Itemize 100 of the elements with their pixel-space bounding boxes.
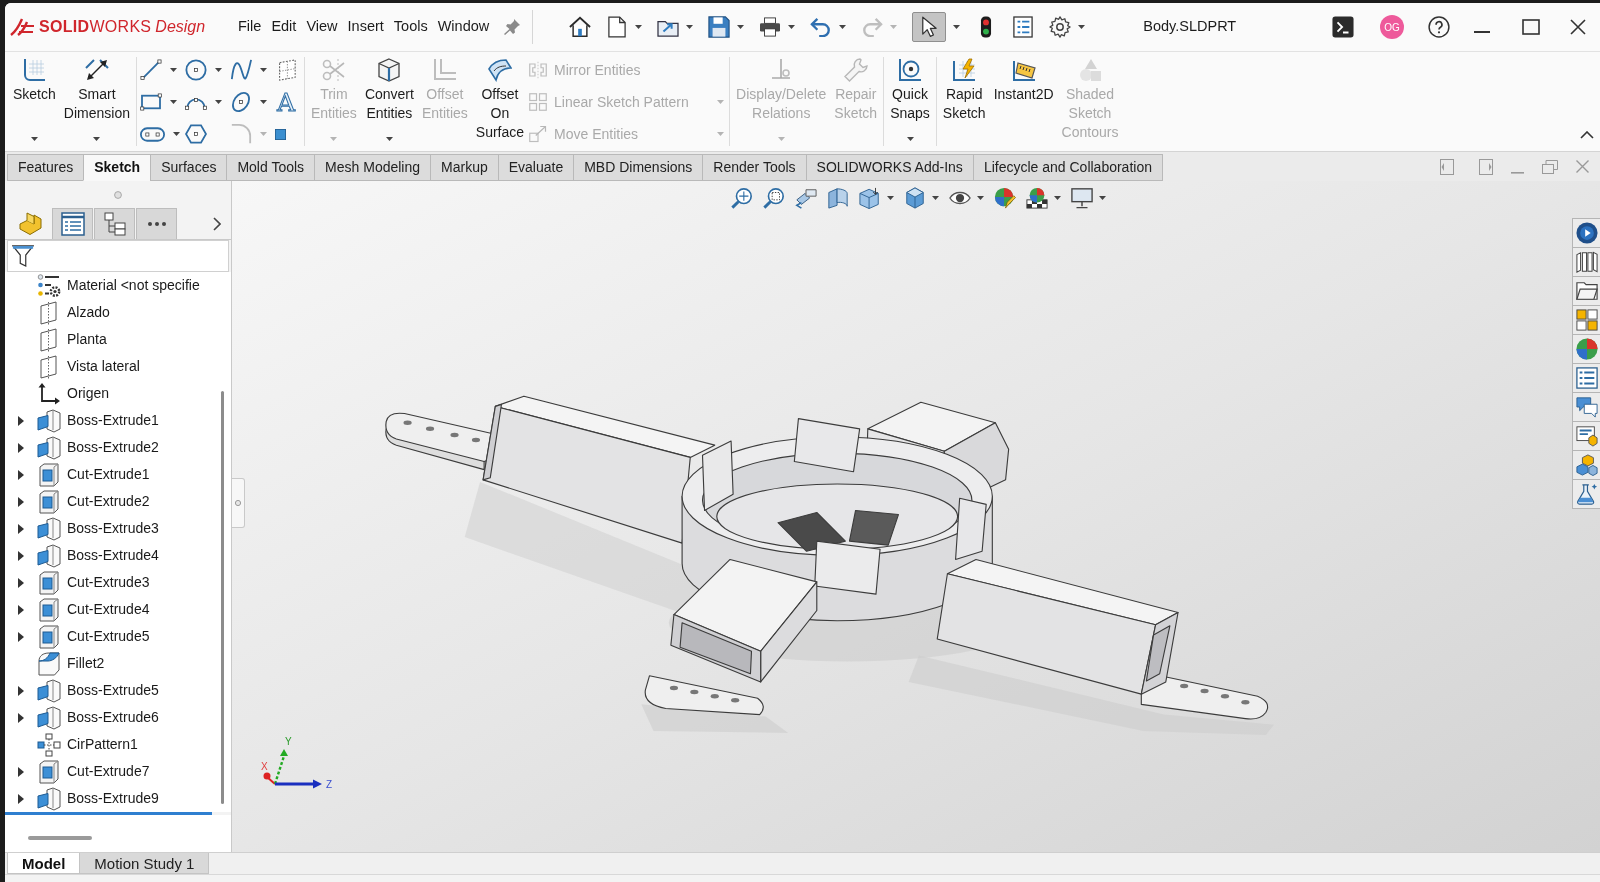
convert-entities-button[interactable]: Convert Entities [361, 52, 417, 151]
expand-triangle-icon[interactable] [18, 577, 24, 588]
task-pane-tab[interactable] [1572, 421, 1600, 451]
menu-item[interactable]: Edit [266, 12, 302, 42]
menu-item[interactable]: View [301, 12, 343, 42]
ribbon-tab[interactable]: Render Tools [702, 154, 807, 181]
tree-item[interactable]: Boss-Extrude5 [5, 677, 212, 704]
smart-dimension-button[interactable]: Smart Dimension [60, 52, 133, 151]
panel-splitter-handle[interactable] [232, 478, 245, 528]
task-pane-tab[interactable] [1572, 334, 1600, 364]
tree-item[interactable]: Boss-Extrude1 [5, 407, 212, 434]
task-pane-tab[interactable] [1572, 276, 1600, 306]
expand-triangle-icon[interactable] [18, 631, 24, 642]
caret-icon[interactable] [839, 25, 847, 29]
line-icon[interactable] [139, 59, 162, 81]
ribbon-tab[interactable]: Surfaces [150, 154, 228, 181]
caret-icon[interactable] [169, 68, 177, 72]
caret-icon[interactable] [214, 68, 222, 72]
task-pane-tab[interactable] [1572, 247, 1600, 277]
tree-item[interactable]: Cut-Extrude5 [5, 623, 212, 650]
expand-triangle-icon[interactable] [18, 685, 24, 696]
scrollbar-thumb[interactable] [221, 391, 224, 804]
maximize-icon[interactable] [1522, 19, 1540, 35]
instant2d-button[interactable]: Instant2D [990, 52, 1057, 151]
scrollbar-thumb[interactable] [28, 836, 92, 840]
monitor-icon[interactable] [1071, 187, 1093, 209]
select-button[interactable] [912, 12, 947, 42]
sketch-button[interactable]: Sketch [10, 52, 59, 151]
ribbon-tab[interactable]: Markup [430, 154, 499, 181]
tree-item[interactable]: Boss-Extrude2 [5, 434, 212, 461]
caret-icon[interactable] [686, 25, 694, 29]
task-pane-tab[interactable] [1572, 363, 1600, 393]
close-icon[interactable] [1570, 19, 1586, 35]
menu-item[interactable]: Window [432, 12, 495, 42]
chevron-up-icon[interactable] [1580, 131, 1594, 139]
expand-triangle-icon[interactable] [18, 523, 24, 534]
tree-item[interactable]: Fillet2 [5, 650, 212, 677]
caret-icon[interactable] [259, 100, 267, 104]
menu-item[interactable]: Insert [342, 12, 389, 42]
zoom-to-fit-icon[interactable] [731, 187, 753, 209]
caret-icon[interactable] [1078, 25, 1086, 29]
tree-item[interactable]: CirPattern1 [5, 731, 212, 758]
caret-icon[interactable] [30, 137, 38, 141]
help-icon[interactable] [1428, 16, 1450, 38]
terminal-icon[interactable] [1332, 16, 1354, 38]
chevron-right-icon[interactable] [213, 216, 221, 231]
tree-item[interactable]: Cut-Extrude1 [5, 461, 212, 488]
task-pane-tab[interactable] [1572, 392, 1600, 422]
tree-item[interactable]: Cut-Extrude2 [5, 488, 212, 515]
tree-item[interactable]: Material <not specifie [5, 272, 212, 299]
ellipse-icon[interactable] [229, 91, 252, 113]
expand-triangle-icon[interactable] [18, 496, 24, 507]
ribbon-tab[interactable]: Mesh Modeling [314, 154, 432, 181]
tree-item[interactable]: Cut-Extrude4 [5, 596, 212, 623]
caret-icon[interactable] [172, 132, 180, 136]
tree-item[interactable]: Boss-Extrude6 [5, 704, 212, 731]
tree-item[interactable]: Origen [5, 380, 212, 407]
tree-item[interactable]: Alzado [5, 299, 212, 326]
caret-icon[interactable] [906, 137, 914, 141]
caret-icon[interactable] [1054, 196, 1061, 200]
tile-left-icon[interactable] [1440, 158, 1454, 175]
section-view-icon[interactable] [827, 187, 849, 209]
caret-icon[interactable] [259, 68, 267, 72]
expand-triangle-icon[interactable] [18, 469, 24, 480]
ribbon-tab[interactable]: Lifecycle and Collaboration [972, 154, 1163, 181]
expand-triangle-icon[interactable] [18, 604, 24, 615]
previous-view-icon[interactable] [795, 187, 817, 209]
appearance-ball-icon[interactable] [994, 187, 1016, 209]
tile-right-icon[interactable] [1479, 158, 1493, 175]
caret-icon[interactable] [93, 137, 101, 141]
bottom-tab[interactable]: Model [7, 853, 81, 874]
view-cube-icon[interactable] [859, 187, 881, 209]
offset-on-surface-button[interactable]: Offset On Surface [472, 52, 528, 151]
tree-item[interactable]: Boss-Extrude4 [5, 542, 212, 569]
tree-item[interactable]: Vista lateral [5, 353, 212, 380]
caret-icon[interactable] [932, 196, 939, 200]
undo-icon[interactable] [810, 17, 833, 37]
property-manager-tab[interactable] [52, 208, 93, 239]
ribbon-tab[interactable]: SOLIDWORKS Add-Ins [805, 154, 974, 181]
ribbon-tab[interactable]: MBD Dimensions [573, 154, 704, 181]
configuration-manager-tab[interactable] [94, 208, 135, 239]
pointer-icon[interactable] [921, 16, 938, 38]
rectangle-icon[interactable] [139, 93, 162, 111]
ribbon-tab[interactable]: Evaluate [497, 154, 575, 181]
circle-icon[interactable] [184, 59, 207, 81]
expand-triangle-icon[interactable] [18, 415, 24, 426]
ribbon-tab[interactable]: Mold Tools [226, 154, 316, 181]
spline-icon[interactable] [229, 59, 252, 81]
caret-icon[interactable] [788, 25, 796, 29]
caret-icon[interactable] [635, 25, 643, 29]
caret-icon[interactable] [1099, 196, 1106, 200]
task-pane-tab[interactable] [1572, 479, 1600, 509]
shaded-cube-icon[interactable] [904, 187, 926, 209]
rapid-sketch-button[interactable]: Rapid Sketch [939, 52, 989, 151]
expand-triangle-icon[interactable] [18, 442, 24, 453]
tree-item[interactable]: Cut-Extrude7 [5, 758, 212, 785]
more-tab[interactable] [136, 208, 177, 239]
task-pane-tab[interactable] [1572, 450, 1600, 480]
ribbon-tab[interactable]: Sketch [83, 154, 152, 181]
hexagon-icon[interactable] [184, 124, 207, 144]
